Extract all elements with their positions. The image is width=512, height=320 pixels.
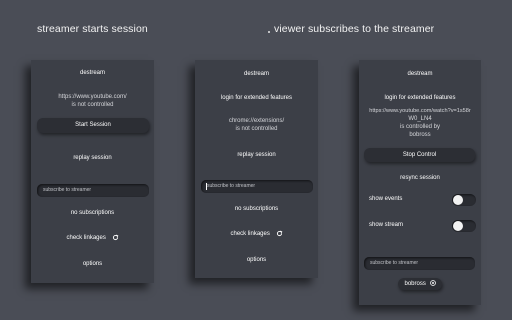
check-linkages-button[interactable]: check linkages	[31, 234, 154, 242]
popup-title: destream	[79, 70, 105, 76]
current-url: https://www.youtube.com/	[58, 94, 127, 100]
text-caret	[206, 183, 207, 190]
popup-title: destream	[407, 71, 433, 77]
popup-title: destream	[243, 71, 269, 77]
replay-session-link[interactable]: replay session	[31, 154, 154, 162]
check-linkages-label: check linkages	[230, 231, 270, 238]
replay-session-link[interactable]: replay session	[195, 151, 318, 159]
extension-popup-viewer: destream login for extended features chr…	[195, 60, 318, 278]
current-url: chrome://extensions/	[228, 118, 285, 124]
toggle-knob	[453, 195, 463, 205]
show-stream-label: show stream	[369, 222, 404, 228]
refresh-icon	[276, 230, 282, 237]
resync-session-link[interactable]: resync session	[359, 174, 481, 182]
show-stream-toggle[interactable]	[452, 220, 476, 232]
control-status: is not controlled	[235, 126, 278, 132]
subscribe-input[interactable]: subscribe to streamer	[201, 180, 313, 193]
subscribe-input[interactable]: subscribe to streamer	[364, 257, 475, 270]
start-session-button[interactable]: Start Session	[37, 118, 149, 133]
toggle-knob	[453, 221, 463, 231]
close-circle-icon[interactable]	[429, 280, 436, 287]
controller-name: bobross	[409, 132, 431, 138]
options-link[interactable]: options	[31, 260, 154, 268]
stop-control-button[interactable]: Stop Control	[364, 148, 475, 162]
refresh-icon	[112, 234, 118, 241]
control-status: is not controlled	[71, 102, 114, 108]
show-events-label: show events	[369, 196, 403, 202]
extension-popup-streamer: destream https://www.youtube.com/ is not…	[31, 60, 154, 283]
heading-viewer: viewer subscribes to the streamer	[274, 23, 435, 35]
login-link[interactable]: login for extended features	[195, 94, 318, 102]
heading-streamer: streamer starts session	[37, 23, 148, 35]
subscription-chip[interactable]: bobross	[398, 278, 442, 290]
show-events-toggle[interactable]	[452, 194, 476, 206]
no-subscriptions-text: no subscriptions	[70, 210, 115, 216]
options-link[interactable]: options	[195, 256, 318, 264]
current-url-continued: W0_LN4	[408, 116, 432, 122]
subscription-name: bobross	[404, 281, 426, 287]
current-url: https://www.youtube.com/watch?v=1s58r	[369, 108, 471, 114]
check-linkages-label: check linkages	[66, 235, 106, 242]
extension-popup-controlled: destream login for extended features htt…	[359, 60, 481, 305]
subscribe-input[interactable]: subscribe to streamer	[37, 184, 149, 197]
no-subscriptions-text: no subscriptions	[234, 206, 279, 212]
login-link[interactable]: login for extended features	[359, 94, 481, 102]
control-status: is controlled by	[399, 124, 441, 130]
bullet-dot	[268, 31, 270, 33]
check-linkages-button[interactable]: check linkages	[195, 230, 318, 238]
